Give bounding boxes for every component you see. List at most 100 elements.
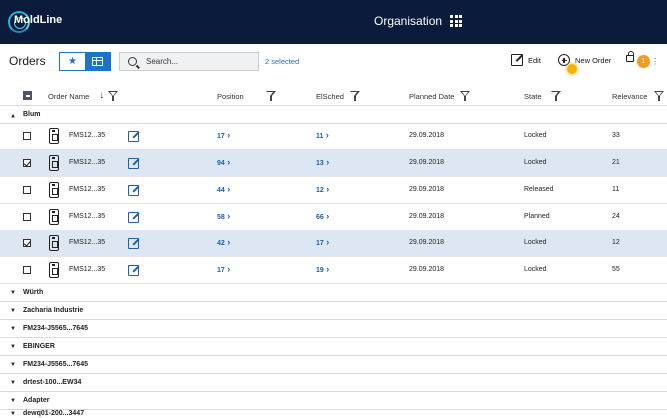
- order-name-cell: FMS12...35: [69, 239, 106, 246]
- select-all-checkbox[interactable]: [23, 91, 32, 100]
- relevance-cell: 55: [612, 266, 620, 273]
- row-checkbox[interactable]: [23, 266, 31, 274]
- elsched-link[interactable]: 11: [316, 132, 329, 140]
- group-row[interactable]: ▼ EBINGER: [0, 338, 667, 356]
- relevance-cell: 24: [612, 213, 620, 220]
- table-row[interactable]: FMS12...35 42 17 29.09.2018 Locked 12: [0, 230, 667, 257]
- filter-icon[interactable]: [349, 91, 360, 101]
- lock-icon[interactable]: [626, 51, 634, 62]
- relevance-cell: 21: [612, 159, 620, 166]
- elsched-link[interactable]: 12: [316, 186, 329, 194]
- table-row[interactable]: FMS12...35 44 12 29.09.2018 Released 11: [0, 177, 667, 204]
- sort-arrow-icon[interactable]: ↓: [99, 91, 104, 101]
- row-checkbox[interactable]: [23, 159, 31, 167]
- group-row[interactable]: ▼ Blum: [0, 106, 667, 124]
- column-label-position: Position: [217, 91, 244, 101]
- favorites-view-button[interactable]: ★: [60, 53, 85, 70]
- filter-icon[interactable]: [460, 91, 471, 101]
- search-input[interactable]: [146, 57, 256, 66]
- chevron-down-icon[interactable]: ▼: [10, 380, 16, 386]
- column-label-state: State: [524, 91, 542, 101]
- edit-row-icon[interactable]: [128, 185, 139, 196]
- filter-icon[interactable]: [654, 91, 665, 101]
- chevron-down-icon[interactable]: ▼: [10, 290, 16, 296]
- group-row[interactable]: ▼ drtest-100...EW34: [0, 374, 667, 392]
- position-link[interactable]: 58: [217, 213, 230, 221]
- column-position[interactable]: Position: [217, 91, 276, 101]
- search-icon: [128, 57, 137, 66]
- group-row[interactable]: ▼ FM234-J5565...7645: [0, 356, 667, 374]
- planned-date-cell: 29.09.2018: [409, 213, 445, 220]
- mold-tool-icon: [49, 182, 59, 198]
- notification-badge[interactable]: 1: [637, 55, 650, 68]
- chevron-down-icon[interactable]: ▼: [10, 362, 16, 368]
- elsched-link[interactable]: 66: [316, 213, 329, 221]
- group-row[interactable]: ▼ Würth: [0, 284, 667, 302]
- order-name-cell: FMS12...35: [69, 213, 106, 220]
- chevron-down-icon[interactable]: ▼: [10, 308, 16, 314]
- hint-marker[interactable]: [567, 64, 577, 74]
- position-link[interactable]: 17: [217, 266, 230, 274]
- chevron-down-icon[interactable]: ▼: [10, 326, 16, 332]
- group-row[interactable]: ▼ dewq01-200...3447: [0, 408, 667, 418]
- toolbar: Orders ★ 2 selected Edit New Order: [0, 44, 667, 78]
- table-row[interactable]: FMS12...35 58 66 29.09.2018 Planned 24: [0, 204, 667, 231]
- chevron-down-icon[interactable]: ▼: [10, 411, 16, 417]
- elsched-link[interactable]: 13: [316, 159, 329, 167]
- column-order-name[interactable]: Order Name ↓: [48, 91, 119, 101]
- column-label-planned-date: Planned Date: [409, 91, 455, 101]
- relevance-cell: 12: [612, 239, 620, 246]
- column-label-relevance: Relevance: [612, 91, 648, 101]
- row-checkbox[interactable]: [23, 132, 31, 140]
- row-checkbox[interactable]: [23, 239, 31, 247]
- edit-icon: [511, 54, 523, 66]
- column-label-elsched: ElSched: [316, 91, 344, 101]
- row-checkbox[interactable]: [23, 186, 31, 194]
- edit-row-icon[interactable]: [128, 158, 139, 169]
- position-link[interactable]: 17: [217, 132, 230, 140]
- chevron-up-icon[interactable]: ▼: [10, 112, 16, 118]
- column-state[interactable]: State: [524, 91, 561, 101]
- edit-row-icon[interactable]: [128, 238, 139, 249]
- edit-row-icon[interactable]: [128, 131, 139, 142]
- mold-tool-icon: [49, 235, 59, 251]
- edit-row-icon[interactable]: [128, 265, 139, 276]
- order-name-cell: FMS12...35: [69, 132, 106, 139]
- position-link[interactable]: 94: [217, 159, 230, 167]
- relevance-cell: 11: [612, 186, 620, 193]
- top-bar: MoldLine Organisation: [0, 0, 667, 44]
- group-label: drtest-100...EW34: [23, 379, 82, 386]
- moldline-logo[interactable]: MoldLine: [8, 10, 62, 34]
- organisation-switcher[interactable]: Organisation: [374, 14, 463, 28]
- table-row[interactable]: FMS12...35 17 11 29.09.2018 Locked 33: [0, 123, 667, 150]
- edit-row-icon[interactable]: [128, 212, 139, 223]
- table-row[interactable]: FMS12...35 17 19 29.09.2018 Locked 55: [0, 257, 667, 284]
- column-elsched[interactable]: ElSched: [316, 91, 360, 101]
- edit-button[interactable]: Edit: [511, 54, 541, 66]
- more-menu-icon[interactable]: ⋮: [651, 57, 659, 66]
- table-view-button[interactable]: [85, 53, 110, 70]
- filter-icon[interactable]: [108, 91, 119, 101]
- new-order-button[interactable]: New Order: [558, 54, 611, 66]
- column-planned-date[interactable]: Planned Date: [409, 91, 471, 101]
- state-cell: Locked: [524, 266, 547, 273]
- column-relevance[interactable]: Relevance: [612, 91, 665, 101]
- state-cell: Locked: [524, 132, 547, 139]
- state-cell: Locked: [524, 159, 547, 166]
- group-row[interactable]: ▼ FM234-J5565...7645: [0, 320, 667, 338]
- group-row[interactable]: ▼ Zacharia Industrie: [0, 302, 667, 320]
- row-checkbox[interactable]: [23, 213, 31, 221]
- mold-tool-icon: [49, 155, 59, 171]
- chevron-down-icon[interactable]: ▼: [10, 398, 16, 404]
- group-label: Adapter: [23, 397, 50, 404]
- position-link[interactable]: 44: [217, 186, 230, 194]
- table-row[interactable]: FMS12...35 94 13 29.09.2018 Locked 21: [0, 150, 667, 177]
- elsched-link[interactable]: 17: [316, 239, 329, 247]
- filter-icon[interactable]: [265, 91, 276, 101]
- apps-grid-icon[interactable]: [450, 15, 463, 27]
- elsched-link[interactable]: 19: [316, 266, 329, 274]
- chevron-down-icon[interactable]: ▼: [10, 344, 16, 350]
- order-name-cell: FMS12...35: [69, 266, 106, 273]
- position-link[interactable]: 42: [217, 239, 230, 247]
- filter-icon[interactable]: [550, 91, 561, 101]
